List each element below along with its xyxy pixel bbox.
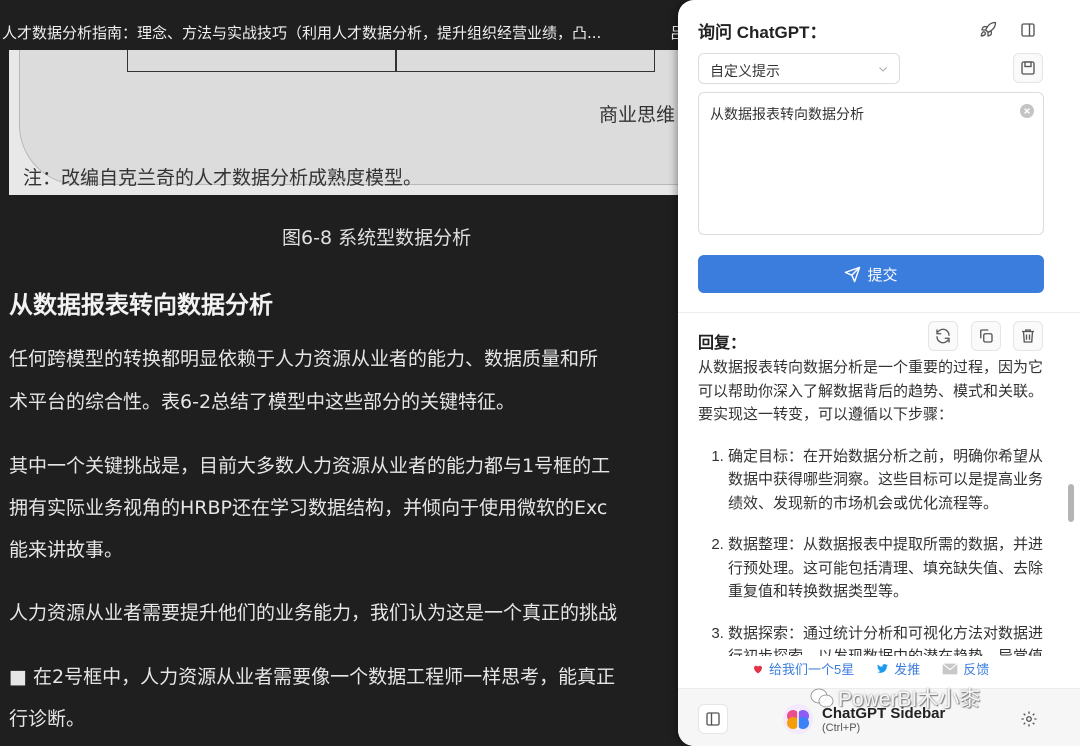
clear-icon[interactable] bbox=[1020, 104, 1034, 118]
reply-intro: 从数据报表转向数据分析是一个重要的过程，因为它可以帮助你深入了解数据背后的趋势、… bbox=[698, 359, 1044, 423]
sidebar-title: 询问 ChatGPT： bbox=[698, 23, 827, 42]
paragraph-line: ■ 在2号框中，人力资源从业者需要像一个数据工程师一样思考，能真正 bbox=[9, 666, 616, 688]
question-input[interactable]: 从数据报表转向数据分析 bbox=[698, 92, 1044, 235]
chevron-down-icon bbox=[879, 67, 887, 72]
tweet-link-label: 发推 bbox=[894, 662, 921, 677]
divider bbox=[678, 312, 1080, 313]
figure-caption: 图6-8 系统型数据分析 bbox=[282, 227, 472, 249]
twitter-icon bbox=[877, 664, 889, 673]
figure-box bbox=[127, 50, 655, 72]
prompt-select-value: 自定义提示 bbox=[710, 63, 780, 79]
brand-shortcut: (Ctrl+P) bbox=[822, 721, 861, 734]
paragraph-line: 人力资源从业者需要提升他们的业务能力，我们认为这是一个真正的挑战 bbox=[9, 602, 618, 624]
feedback-link-label: 反馈 bbox=[963, 662, 990, 677]
section-heading: 从数据报表转向数据分析 bbox=[9, 291, 273, 319]
figure-note: 注：改编自克兰奇的人才数据分析成熟度模型。 bbox=[23, 167, 423, 189]
paragraph-line: 能来讲故事。 bbox=[9, 539, 124, 561]
watermark: PowerBI木小桼 bbox=[810, 683, 980, 713]
chatgpt-sidebar: 询问 ChatGPT： 自定义提示 从数据报表转向数据分析 提交 回复： 从数据… bbox=[678, 0, 1080, 746]
book-reader: 人才数据分析指南：理念、方法与实战技巧（利用人才数据分析，提升组织经营业绩，凸.… bbox=[0, 0, 690, 746]
paragraph-line: 任何跨模型的转换都明显依赖于人力资源从业者的能力、数据质量和所 bbox=[9, 348, 599, 370]
save-prompt-button[interactable] bbox=[1013, 53, 1043, 83]
send-icon bbox=[845, 266, 861, 282]
reply-steps-list: 确定目标：在开始数据分析之前，明确你希望从数据中获得哪些洞察。这些目标可以是提高… bbox=[698, 445, 1048, 657]
scrollbar-thumb[interactable] bbox=[1068, 484, 1074, 522]
book-title: 人才数据分析指南：理念、方法与实战技巧（利用人才数据分析，提升组织经营业绩，凸.… bbox=[2, 24, 602, 42]
wechat-icon bbox=[810, 688, 834, 708]
paragraph-line: 其中一个关键挑战是，目前大多数人力资源从业者的能力都与1号框的工 bbox=[9, 455, 611, 477]
custom-prompt-select[interactable]: 自定义提示 bbox=[698, 53, 900, 84]
heart-icon bbox=[754, 665, 762, 673]
question-input-value: 从数据报表转向数据分析 bbox=[710, 106, 864, 122]
reply-content: 从数据报表转向数据分析是一个重要的过程，因为它可以帮助你深入了解数据背后的趋势、… bbox=[698, 356, 1048, 656]
list-item: 确定目标：在开始数据分析之前，明确你希望从数据中获得哪些洞察。这些目标可以是提高… bbox=[728, 445, 1048, 516]
figure-label: 商业思维 bbox=[599, 104, 676, 126]
submit-label: 提交 bbox=[867, 266, 898, 284]
sidebar-toggle-icon[interactable] bbox=[698, 704, 728, 734]
reply-title: 回复： bbox=[698, 335, 747, 352]
save-icon bbox=[1021, 61, 1035, 75]
feedback-links: 给我们一个5星 发推 反馈 bbox=[752, 659, 989, 678]
figure-image: 商业思维 注：改编自克兰奇的人才数据分析成熟度模型。 bbox=[9, 50, 690, 195]
watermark-text: PowerBI木小桼 bbox=[838, 688, 981, 711]
list-item: 数据整理：从数据报表中提取所需的数据，并进行预处理。这可能包括清理、填充缺失值、… bbox=[728, 533, 1048, 604]
rocket-icon[interactable] bbox=[973, 15, 1003, 45]
paragraph-line: 术平台的综合性。表6-2总结了模型中这些部分的关键特征。 bbox=[9, 391, 516, 413]
regenerate-icon[interactable] bbox=[928, 321, 958, 351]
copy-icon[interactable] bbox=[971, 321, 1001, 351]
figure-box-divider bbox=[395, 50, 397, 72]
collapse-panel-icon[interactable] bbox=[1013, 15, 1043, 45]
paragraph-line: 行诊断。 bbox=[9, 708, 86, 730]
tweet-link[interactable]: 发推 bbox=[876, 659, 920, 678]
submit-button[interactable]: 提交 bbox=[698, 255, 1044, 293]
mail-icon bbox=[942, 662, 958, 674]
rate-link[interactable]: 给我们一个5星 bbox=[752, 659, 854, 678]
trash-icon[interactable] bbox=[1013, 321, 1043, 351]
paragraph-line: 拥有实际业务视角的HRBP还在学习数据结构，并倾向于使用微软的Exc bbox=[9, 497, 608, 519]
feedback-link[interactable]: 反馈 bbox=[942, 659, 989, 678]
gear-icon[interactable] bbox=[1014, 704, 1044, 734]
rate-link-label: 给我们一个5星 bbox=[769, 662, 855, 677]
list-item: 数据探索：通过统计分析和可视化方法对数据进行初步探索，以发现数据中的潜在趋势、异… bbox=[728, 622, 1048, 657]
